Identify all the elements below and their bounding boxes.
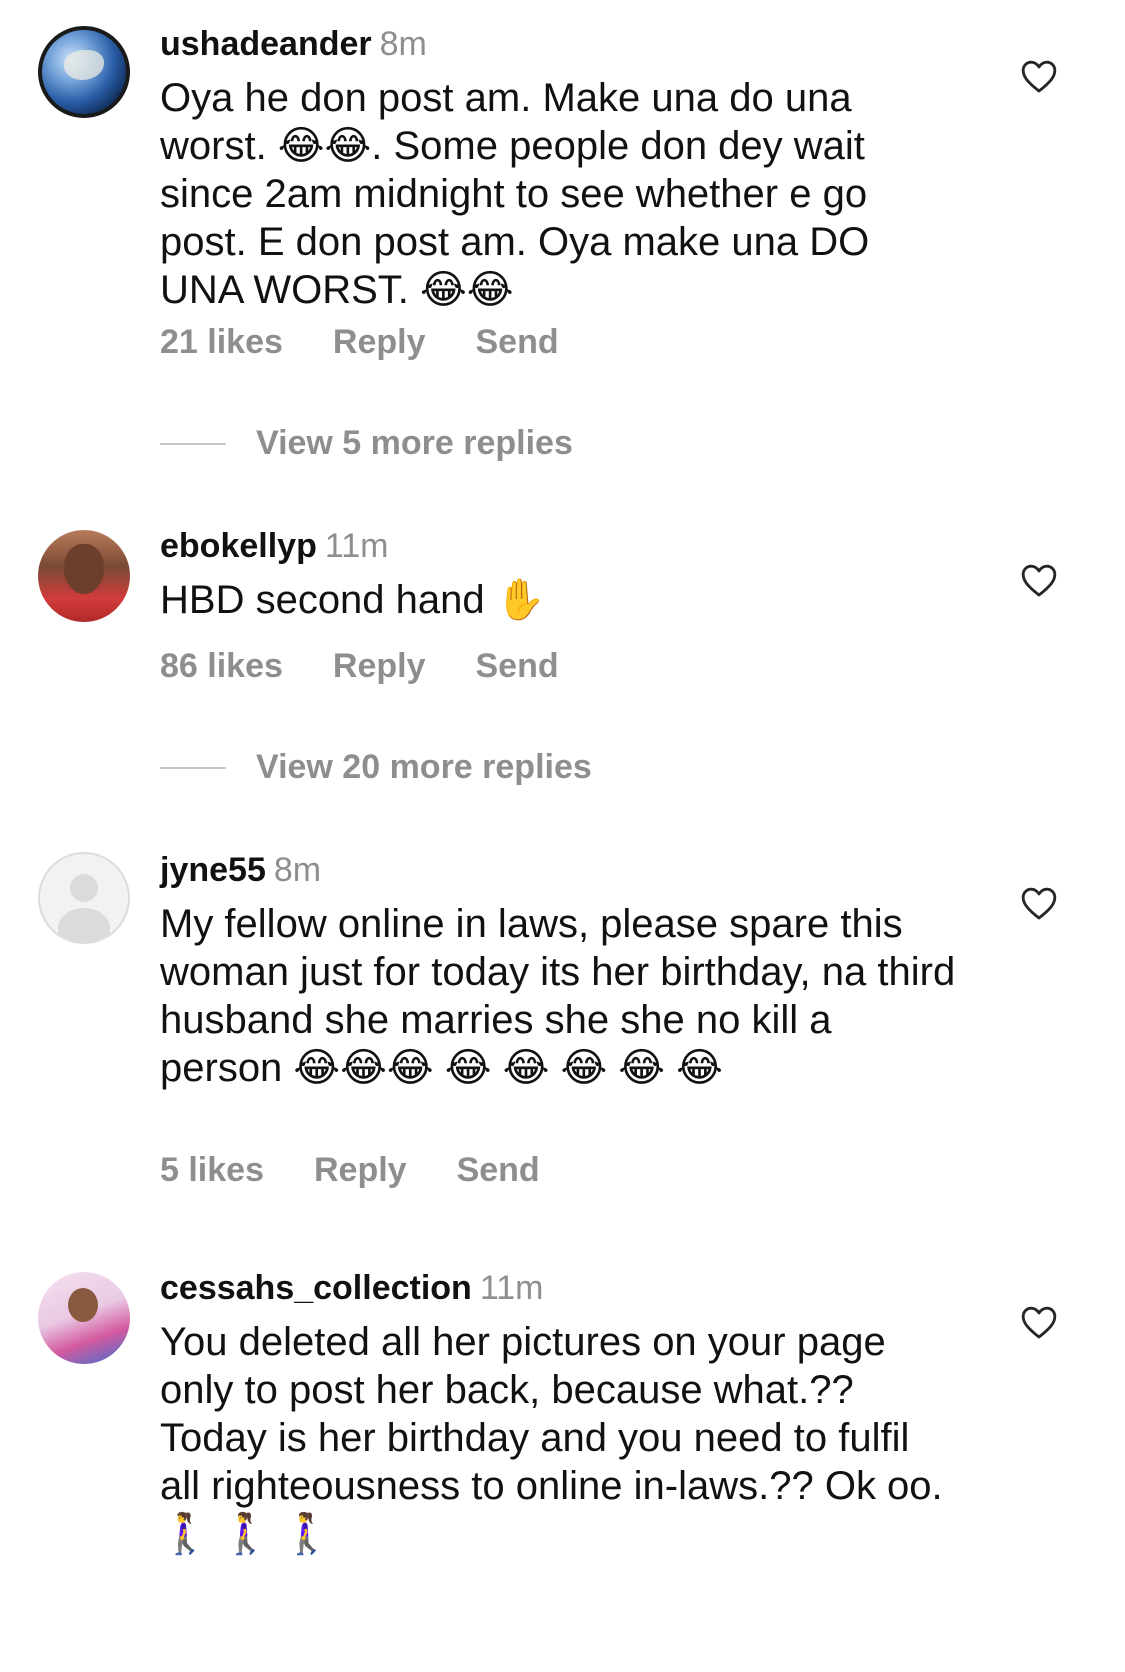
heart-outline-icon[interactable] bbox=[1020, 885, 1058, 921]
comment-text: My fellow online in laws, please spare t… bbox=[160, 902, 956, 1090]
comment-header: jyne55 8m bbox=[160, 850, 321, 890]
likes-count[interactable]: 21 likes bbox=[160, 322, 283, 362]
avatar[interactable] bbox=[38, 852, 130, 944]
comment-text: Oya he don post am. Make una do una wors… bbox=[160, 76, 870, 312]
username[interactable]: ushadeander bbox=[160, 25, 372, 63]
comment-actions: 5 likes Reply Send bbox=[160, 1150, 540, 1190]
heart-outline-icon[interactable] bbox=[1020, 1304, 1058, 1340]
heart-outline-icon[interactable] bbox=[1020, 562, 1058, 598]
username[interactable]: cessahs_collection bbox=[160, 1269, 472, 1307]
timestamp: 11m bbox=[324, 527, 389, 565]
default-avatar-head bbox=[70, 874, 98, 902]
comment-actions: 86 likes Reply Send bbox=[160, 646, 559, 686]
avatar[interactable] bbox=[38, 26, 130, 118]
view-replies-label: View 5 more replies bbox=[256, 424, 573, 462]
timestamp: 11m bbox=[479, 1269, 544, 1307]
comment-header: ebokellyp 11m bbox=[160, 526, 388, 566]
avatar[interactable] bbox=[38, 530, 130, 622]
comment-header: ushadeander 8m bbox=[160, 24, 427, 64]
view-replies-label: View 20 more replies bbox=[256, 748, 592, 786]
username[interactable]: ebokellyp bbox=[160, 527, 317, 565]
avatar[interactable] bbox=[38, 1272, 130, 1364]
heart-outline-icon[interactable] bbox=[1020, 58, 1058, 94]
send-button[interactable]: Send bbox=[457, 1150, 540, 1190]
timestamp: 8m bbox=[379, 25, 427, 63]
comment-actions: 21 likes Reply Send bbox=[160, 322, 559, 362]
reply-button[interactable]: Reply bbox=[314, 1150, 407, 1190]
view-replies-button[interactable]: View 5 more replies bbox=[160, 424, 573, 463]
send-button[interactable]: Send bbox=[475, 646, 558, 686]
default-avatar-body bbox=[58, 908, 110, 942]
replies-divider bbox=[160, 442, 226, 445]
comment-header: cessahs_collection 11m bbox=[160, 1268, 543, 1308]
reply-button[interactable]: Reply bbox=[333, 646, 426, 686]
timestamp: 8m bbox=[273, 851, 322, 889]
likes-count[interactable]: 5 likes bbox=[160, 1150, 264, 1190]
send-button[interactable]: Send bbox=[475, 322, 558, 362]
username[interactable]: jyne55 bbox=[160, 851, 266, 889]
likes-count[interactable]: 86 likes bbox=[160, 646, 283, 686]
comment-text: You deleted all her pictures on your pag… bbox=[160, 1320, 943, 1556]
replies-divider bbox=[160, 766, 226, 769]
reply-button[interactable]: Reply bbox=[333, 322, 426, 362]
comment-text: HBD second hand ✋ bbox=[160, 578, 546, 622]
view-replies-button[interactable]: View 20 more replies bbox=[160, 748, 592, 787]
